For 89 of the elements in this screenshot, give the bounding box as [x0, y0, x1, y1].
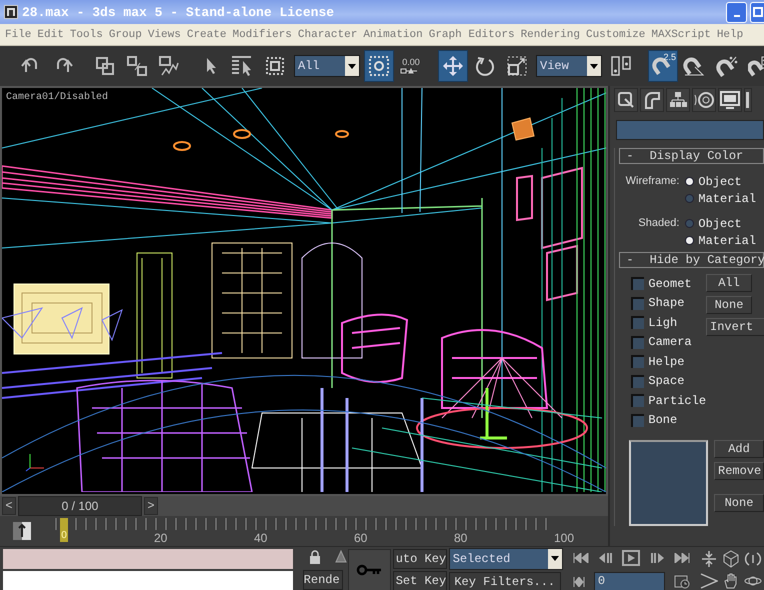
menu-item[interactable]: Help	[716, 28, 744, 40]
category-checkbox[interactable]: Geomet	[631, 274, 706, 294]
move-icon[interactable]	[438, 50, 468, 82]
frame-number: 100	[554, 531, 576, 545]
caret-icon[interactable]	[590, 64, 598, 68]
maximize-button[interactable]	[750, 2, 764, 22]
key-mode-toggle-icon[interactable]	[572, 576, 585, 586]
selection-filter-dropdown[interactable]: All	[294, 55, 360, 77]
frame-number: 80	[454, 531, 468, 545]
key-filters-button[interactable]: Key Filters...	[448, 572, 561, 590]
category-checkbox[interactable]: Shape	[631, 294, 706, 313]
previous-frame-icon[interactable]	[598, 552, 613, 562]
category-button[interactable]: All	[706, 274, 752, 292]
cube-icon[interactable]	[722, 550, 740, 568]
menu-item[interactable]: Tools	[70, 28, 103, 40]
radio-option[interactable]: Object	[685, 216, 756, 231]
field-of-view-icon[interactable]	[700, 572, 718, 590]
go-to-end-icon[interactable]	[674, 552, 690, 562]
rollout-header[interactable]: - Display Color	[619, 148, 764, 164]
radio-group-label: Wireframe:	[624, 174, 680, 187]
viewport[interactable]: Camera01/Disabled	[0, 86, 608, 496]
caret-icon[interactable]	[550, 556, 559, 561]
category-checkbox[interactable]: Ligh	[631, 313, 706, 332]
spinner-snap-button[interactable]: 0.00	[396, 50, 426, 82]
menu-item[interactable]: Animation	[363, 28, 423, 40]
list-button[interactable]: None	[714, 494, 764, 512]
mini-curve-toggle-icon[interactable]	[12, 521, 32, 541]
category-checkbox[interactable]: Helpe	[631, 352, 706, 372]
display-tab-icon[interactable]	[718, 88, 742, 112]
menu-item[interactable]: Customize	[586, 28, 646, 40]
list-button[interactable]: Remove	[714, 462, 764, 480]
menu-item[interactable]: File	[5, 28, 32, 40]
menu-item[interactable]: Modifiers	[232, 28, 292, 40]
category-checkbox[interactable]: Space	[631, 372, 706, 391]
category-button[interactable]: None	[706, 296, 752, 314]
menu-item[interactable]: Rendering	[520, 28, 580, 40]
window-crossing-icon[interactable]	[364, 50, 394, 82]
window-title: 28.max - 3ds max 5 - Stand-alone License	[22, 4, 334, 20]
motion-tab-icon[interactable]	[692, 88, 716, 112]
previous-frame-button[interactable]: <	[2, 497, 16, 515]
object-name-field[interactable]	[616, 120, 764, 140]
app-icon	[4, 5, 18, 19]
frame-number: 60	[354, 531, 368, 545]
category-button[interactable]: Invert	[706, 318, 764, 336]
caret-icon[interactable]	[348, 64, 356, 68]
minimize-icon	[734, 15, 740, 17]
radio-option[interactable]: Material	[685, 191, 756, 206]
time-slider-handle[interactable]: 0 / 100	[18, 496, 142, 516]
menu-item[interactable]: Character	[298, 28, 358, 40]
menu-item[interactable]: MAXScript	[651, 28, 711, 40]
menu-item[interactable]: Create	[186, 28, 226, 40]
prompt-field[interactable]	[3, 571, 293, 590]
category-checkbox[interactable]: Camera	[631, 332, 706, 352]
auto-key-button[interactable]: uto Key	[392, 548, 447, 568]
category-checkbox[interactable]: Bone	[631, 410, 706, 430]
minimize-button[interactable]	[726, 2, 747, 22]
zoom-extents-icon[interactable]	[700, 550, 718, 568]
next-frame-button[interactable]: >	[144, 497, 158, 515]
menu-item[interactable]: Views	[148, 28, 181, 40]
maximize-icon	[752, 7, 762, 17]
snap-toggle-button[interactable]: 2.5	[648, 50, 678, 82]
track-bar[interactable]: 0 20 40 60 80 100	[42, 516, 608, 546]
list-button[interactable]: Add	[714, 440, 764, 458]
current-frame-field[interactable]: 0	[594, 572, 665, 590]
frame-number: 20	[154, 531, 168, 545]
reference-coordinate-dropdown[interactable]: View	[536, 55, 602, 77]
radio-option[interactable]: Material	[685, 233, 756, 248]
key-filter-dropdown[interactable]: Selected	[448, 548, 563, 570]
menu-item[interactable]: Graph Editors	[428, 28, 515, 40]
axis-gizmo-icon	[24, 452, 46, 472]
hierarchy-tab-icon[interactable]	[666, 88, 690, 112]
orbit-icon[interactable]	[744, 550, 762, 568]
next-frame-icon[interactable]	[650, 552, 664, 562]
lock-icon[interactable]	[308, 550, 321, 564]
render-button[interactable]: Rende	[302, 570, 343, 590]
radio-group-label: Shaded:	[637, 216, 680, 229]
frame-number: 40	[254, 531, 268, 545]
modify-tab-icon[interactable]	[640, 88, 664, 112]
category-checkbox[interactable]: Particle	[631, 391, 706, 410]
go-to-start-icon[interactable]	[572, 552, 589, 562]
radio-option[interactable]: Object	[685, 174, 756, 189]
utilities-tab-icon[interactable]	[744, 88, 752, 112]
set-key-button[interactable]: Set Key	[392, 570, 447, 590]
menu-item[interactable]: Group	[108, 28, 142, 40]
time-configuration-icon[interactable]	[674, 574, 690, 588]
create-tab-icon[interactable]	[614, 88, 638, 112]
menu-item[interactable]: Edit	[37, 28, 64, 40]
play-icon[interactable]	[622, 550, 640, 566]
selection-list-box[interactable]	[629, 440, 708, 526]
